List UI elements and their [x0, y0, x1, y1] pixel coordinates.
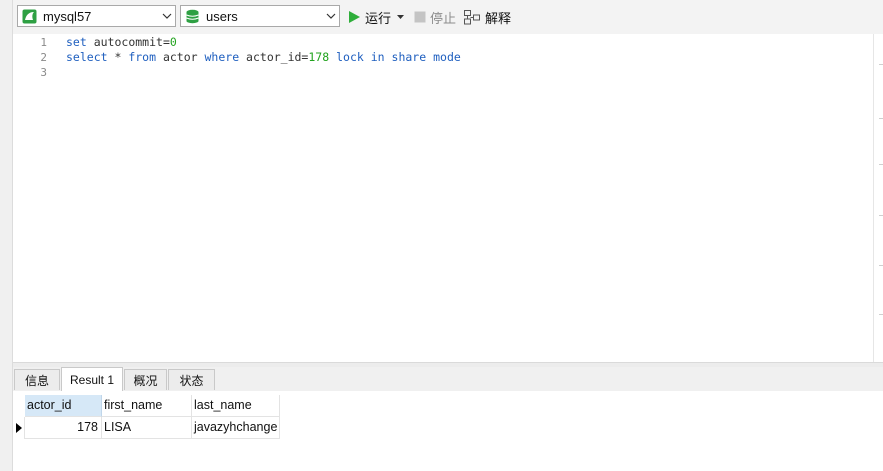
run-dropdown-arrow-icon[interactable] [397, 15, 405, 19]
connection-value: mysql57 [43, 8, 92, 24]
code-token-kw: mode [433, 50, 461, 64]
database-icon [185, 9, 200, 24]
code-token-num: 178 [308, 50, 330, 64]
scroll-marker [879, 164, 883, 165]
line-number: 2 [40, 51, 47, 64]
column-header-first-name[interactable]: first_name [102, 395, 192, 417]
code-token-kw: in [370, 50, 385, 64]
code-token-num: 0 [169, 35, 177, 49]
row-indicator[interactable] [13, 417, 25, 439]
query-toolbar: mysql57 users 运行 停止 解释 [13, 0, 883, 34]
explain-button[interactable]: 解释 [464, 7, 511, 27]
window-left-border [0, 0, 13, 471]
code-token-kw: where [204, 50, 240, 64]
scroll-marker [879, 314, 883, 315]
play-icon [348, 10, 361, 24]
tab-info[interactable]: 信息 [14, 369, 60, 390]
editor-vertical-scrollbar[interactable] [873, 34, 883, 362]
stop-label: 停止 [430, 10, 457, 26]
line-number-gutter: 1 2 3 [13, 34, 49, 362]
tab-result-1[interactable]: Result 1 [61, 367, 123, 391]
code-token-id: autocommit= [86, 35, 170, 49]
line-number: 1 [40, 36, 47, 49]
code-token-id: * [107, 50, 129, 64]
scroll-marker [879, 265, 883, 266]
scroll-marker [879, 64, 883, 65]
current-row-arrow-icon [15, 423, 22, 433]
code-token-kw: select [66, 50, 108, 64]
result-tab-bar: 信息 Result 1 概况 状态 [13, 367, 883, 392]
scroll-marker [879, 215, 883, 216]
column-header-last-name[interactable]: last_name [192, 395, 280, 417]
code-token-id [385, 50, 392, 64]
sql-editor[interactable]: 1 2 3 set autocommit=0 select * from act… [13, 34, 873, 362]
code-line[interactable]: set autocommit=0 [66, 35, 177, 50]
stop-button[interactable]: 停止 [414, 7, 456, 27]
database-value: users [206, 8, 238, 24]
mysql-connection-icon [22, 9, 37, 24]
tab-profile[interactable]: 概况 [124, 369, 167, 390]
cell-first-name[interactable]: LISA [102, 417, 192, 439]
chevron-down-icon[interactable] [323, 6, 339, 26]
result-grid: actor_id first_name last_name 178 LISA j… [13, 391, 883, 471]
code-token-id: actor_id= [239, 50, 309, 64]
run-label: 运行 [365, 10, 392, 26]
cell-actor-id[interactable]: 178 [25, 417, 102, 439]
code-token-kw: lock [336, 50, 364, 64]
column-header-actor-id[interactable]: actor_id [25, 395, 102, 417]
code-token-kw: share [391, 50, 427, 64]
database-select[interactable]: users [180, 5, 340, 27]
explain-label: 解释 [485, 10, 512, 26]
chevron-down-icon[interactable] [159, 6, 175, 26]
code-token-id: actor [156, 50, 205, 64]
line-number: 3 [40, 66, 47, 79]
cell-last-name[interactable]: javazyhchange [192, 417, 280, 439]
code-line[interactable]: select * from actor where actor_id=178 l… [66, 50, 461, 65]
connection-select[interactable]: mysql57 [17, 5, 176, 27]
run-button[interactable]: 运行 [348, 7, 405, 27]
code-token-kw: set [66, 35, 87, 49]
code-token-id [364, 50, 371, 64]
explain-icon [464, 9, 481, 25]
stop-icon [414, 11, 426, 23]
tab-status[interactable]: 状态 [168, 369, 215, 390]
code-token-kw: from [128, 50, 157, 64]
scroll-marker [879, 118, 883, 119]
query-editor-window: mysql57 users 运行 停止 解释 1 2 3 set autocom… [0, 0, 883, 471]
